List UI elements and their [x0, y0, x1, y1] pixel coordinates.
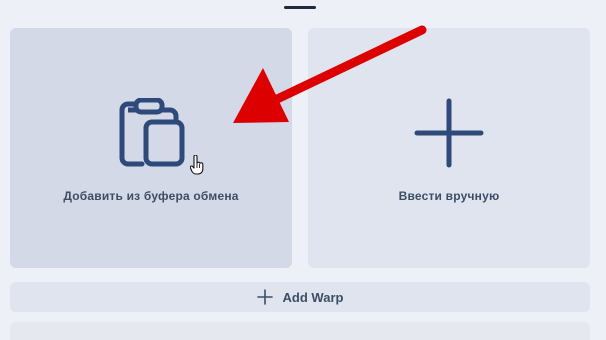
- hand-cursor-icon: [189, 154, 204, 180]
- add-warp-button[interactable]: Add Warp: [10, 282, 590, 312]
- annotation-arrow-icon: [225, 22, 430, 137]
- add-warp-label: Add Warp: [282, 289, 344, 305]
- drag-handle[interactable]: [284, 6, 316, 9]
- plus-icon: [256, 289, 273, 305]
- bottom-panel: [10, 322, 590, 340]
- add-from-clipboard-label: Добавить из буфера обмена: [63, 189, 239, 203]
- enter-manually-label: Ввести вручную: [398, 189, 500, 203]
- page: Добавить из буфера обмена Ввести вручную: [0, 0, 606, 340]
- clipboard-icon: [114, 97, 188, 173]
